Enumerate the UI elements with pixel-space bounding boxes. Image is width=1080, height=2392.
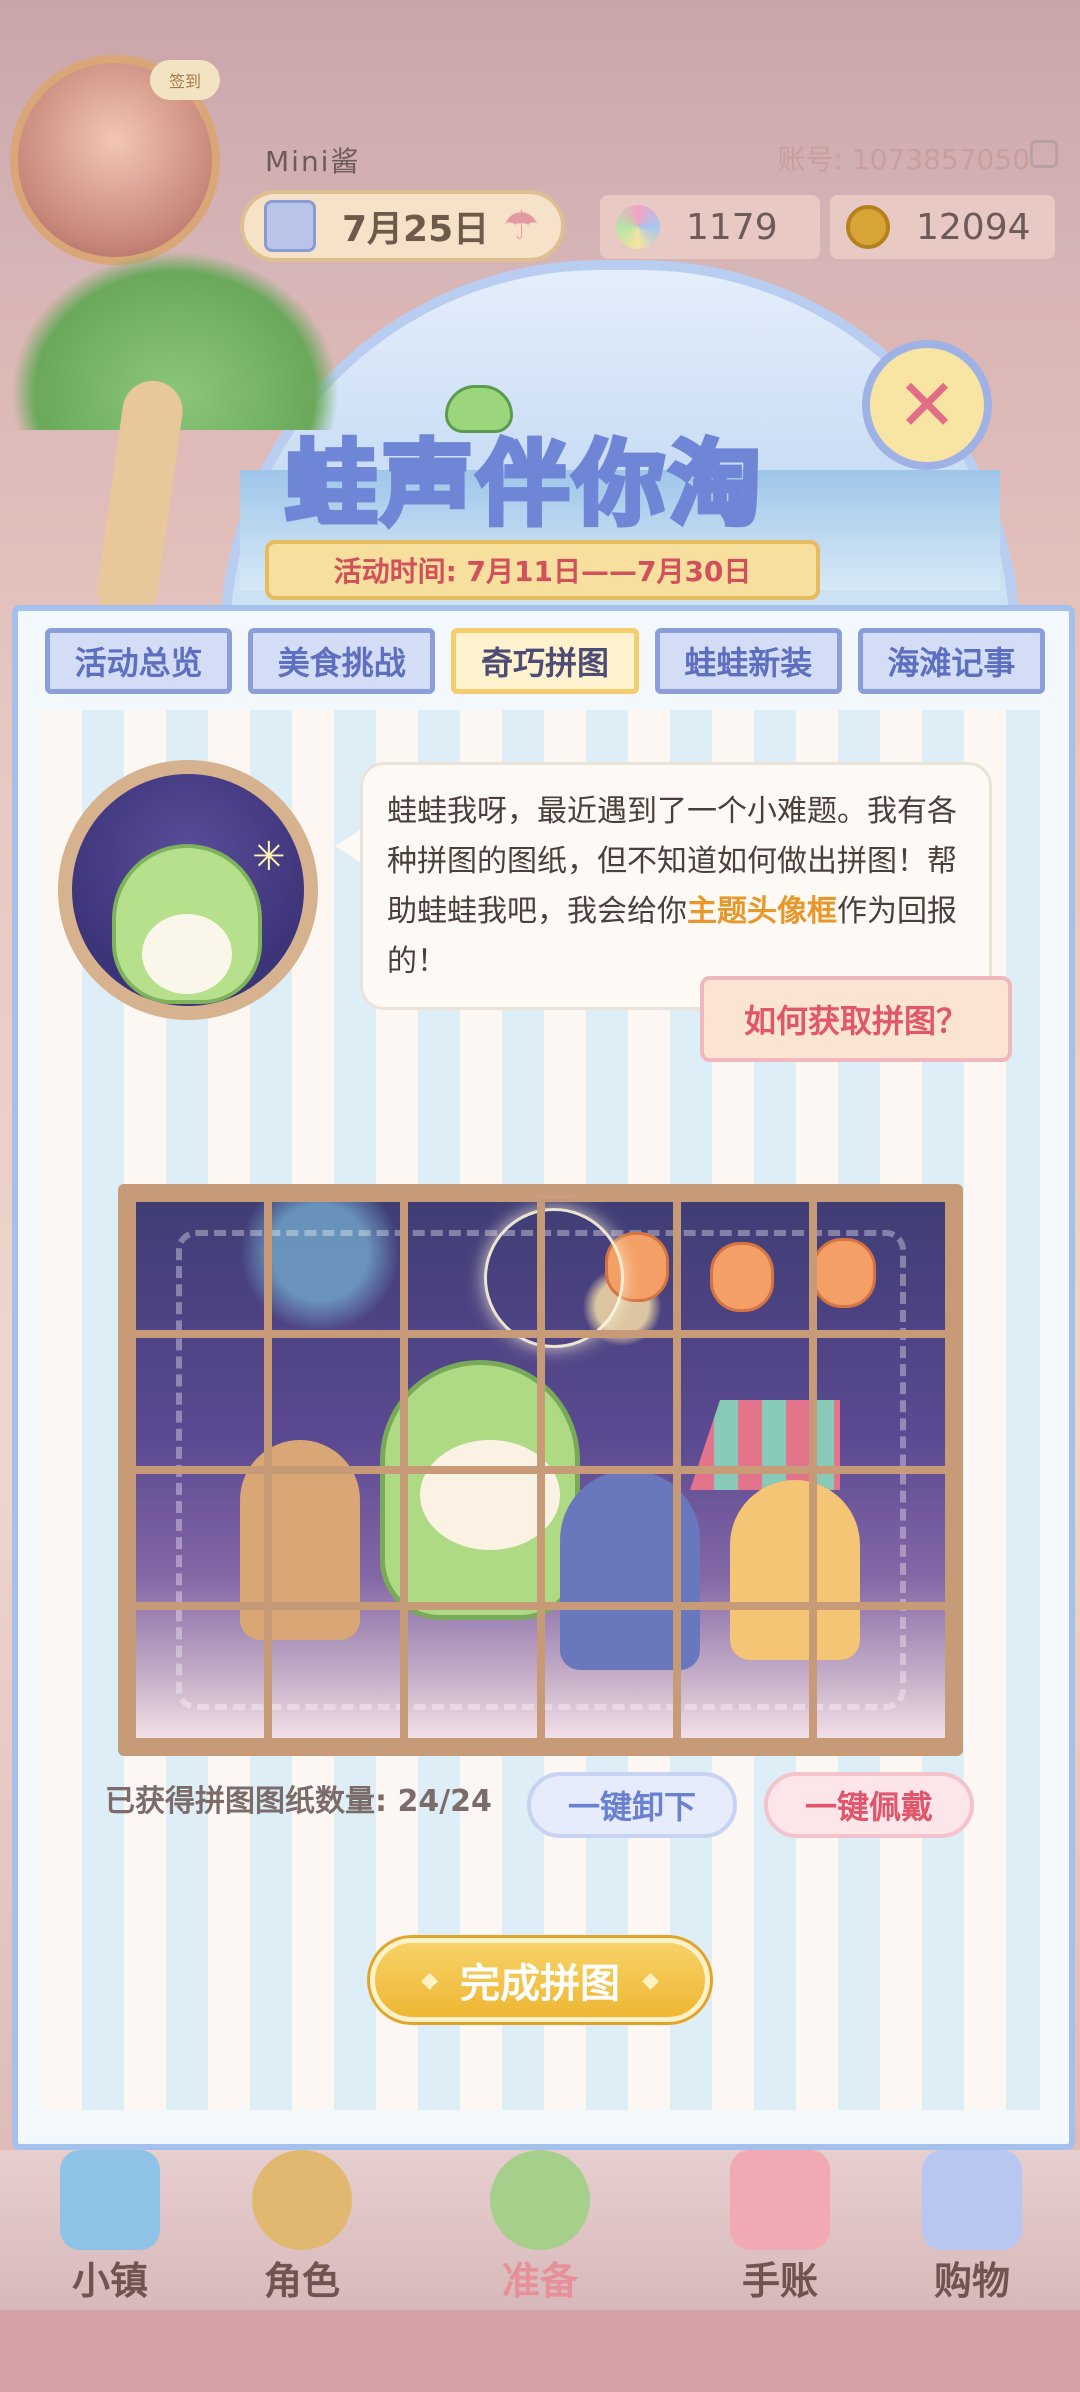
close-icon: ✕ — [896, 363, 958, 447]
date-text: 7月25日 — [342, 209, 490, 250]
puzzle-piece-slot[interactable] — [132, 1606, 269, 1742]
firework-icon: ✳ — [252, 834, 286, 880]
finish-puzzle-button[interactable]: ◆ 完成拼图 ◆ — [370, 1938, 710, 2022]
tab-puzzle[interactable]: 奇巧拼图 — [451, 628, 639, 694]
nav-town-label: 小镇 — [71, 2259, 148, 2303]
puzzle-piece-slot[interactable] — [268, 1198, 405, 1334]
puzzle-piece-slot[interactable] — [812, 1470, 949, 1606]
puzzle-piece-slot[interactable] — [812, 1198, 949, 1334]
dialog-bubble: 蛙蛙我呀，最近遇到了一个小难题。我有各种拼图的图纸，但不知道如何做出拼图！帮助蛙… — [360, 762, 992, 1010]
how-to-get-puzzle-button[interactable]: 如何获取拼图？ — [700, 976, 1012, 1062]
finish-puzzle-label: 完成拼图 — [460, 1961, 620, 2007]
character-icon — [252, 2150, 352, 2250]
puzzle-piece-slot[interactable] — [268, 1334, 405, 1470]
prepare-icon — [490, 2150, 590, 2250]
tab-food-challenge[interactable]: 美食挑战 — [248, 628, 436, 694]
puzzle-piece-slot[interactable] — [676, 1198, 813, 1334]
puzzle-piece-slot[interactable] — [404, 1606, 541, 1742]
tab-beach-notes[interactable]: 海滩记事 — [857, 628, 1046, 694]
frog-belly — [142, 914, 232, 994]
speech-tail — [335, 828, 363, 864]
puzzle-piece-slot[interactable] — [540, 1334, 677, 1470]
nav-shopping[interactable]: 购物 — [892, 2150, 1052, 2320]
puzzle-piece-slot[interactable] — [676, 1334, 813, 1470]
avatar-badge: 签到 — [150, 60, 220, 100]
puzzle-piece-slot[interactable] — [540, 1470, 677, 1606]
notebook-icon — [730, 2150, 830, 2250]
account-id: 账号: 1073857050 — [777, 143, 1030, 176]
unequip-all-button[interactable]: 一键卸下 — [527, 1772, 737, 1838]
puzzle-piece-slot[interactable] — [812, 1606, 949, 1742]
tab-overview[interactable]: 活动总览 — [45, 628, 233, 694]
map-icon — [60, 2150, 160, 2250]
puzzle-piece-slot[interactable] — [540, 1198, 677, 1334]
event-title: 蛙声伴你淘 — [282, 428, 766, 541]
puzzle-piece-slot[interactable] — [404, 1334, 541, 1470]
puzzle-piece-slot[interactable] — [268, 1606, 405, 1742]
dialog-highlight: 主题头像框 — [687, 894, 837, 929]
event-time: 活动时间: 7月11日——7月30日 — [265, 540, 820, 600]
coin-count: 12094 — [916, 206, 1031, 248]
close-button[interactable]: ✕ — [862, 340, 992, 470]
puzzle-piece-slot[interactable] — [132, 1470, 269, 1606]
gem-currency[interactable]: 1179 — [600, 195, 820, 259]
frog-portrait: ✳ — [58, 760, 318, 1020]
puzzle-piece-slot[interactable] — [540, 1606, 677, 1742]
puzzle-piece-slot[interactable] — [676, 1606, 813, 1742]
nav-prepare-label: 准备 — [501, 2259, 578, 2303]
nav-notebook[interactable]: 手账 — [700, 2150, 860, 2320]
copy-icon[interactable] — [1030, 140, 1058, 168]
puzzle-piece-slot[interactable] — [676, 1470, 813, 1606]
calendar-icon — [264, 200, 316, 252]
nav-notebook-label: 手账 — [741, 2259, 818, 2303]
puzzle-piece-slot[interactable] — [132, 1198, 269, 1334]
shopping-bag-icon — [922, 2150, 1022, 2250]
nav-town[interactable]: 小镇 — [30, 2150, 190, 2320]
umbrella-icon: ☂ — [503, 203, 540, 249]
diamond-icon: ◆ — [642, 1967, 659, 1993]
puzzle-piece-slot[interactable] — [132, 1334, 269, 1470]
gem-count: 1179 — [686, 206, 778, 248]
equip-all-button[interactable]: 一键佩戴 — [764, 1772, 974, 1838]
puzzle-piece-slot[interactable] — [268, 1470, 405, 1606]
puzzle-grid — [132, 1198, 949, 1742]
nav-shopping-label: 购物 — [933, 2259, 1010, 2303]
puzzle-piece-slot[interactable] — [812, 1334, 949, 1470]
tab-frog-outfit[interactable]: 蛙蛙新装 — [654, 628, 842, 694]
nav-character-label: 角色 — [263, 2259, 340, 2303]
username: Mini酱 — [265, 145, 361, 178]
nav-prepare[interactable]: 准备 — [460, 2150, 620, 2320]
nav-bottom-strip — [0, 2310, 1080, 2392]
coin-currency[interactable]: 12094 — [830, 195, 1055, 259]
diamond-icon: ◆ — [421, 1967, 438, 1993]
pieces-count-label: 已获得拼图图纸数量: 24/24 — [105, 1784, 492, 1819]
flower-gem-icon — [616, 205, 660, 249]
coin-icon — [846, 205, 890, 249]
puzzle-piece-slot[interactable] — [404, 1470, 541, 1606]
nav-character[interactable]: 角色 — [222, 2150, 382, 2320]
tab-bar: 活动总览 美食挑战 奇巧拼图 蛙蛙新装 海滩记事 — [45, 628, 1046, 700]
puzzle-piece-slot[interactable] — [404, 1198, 541, 1334]
